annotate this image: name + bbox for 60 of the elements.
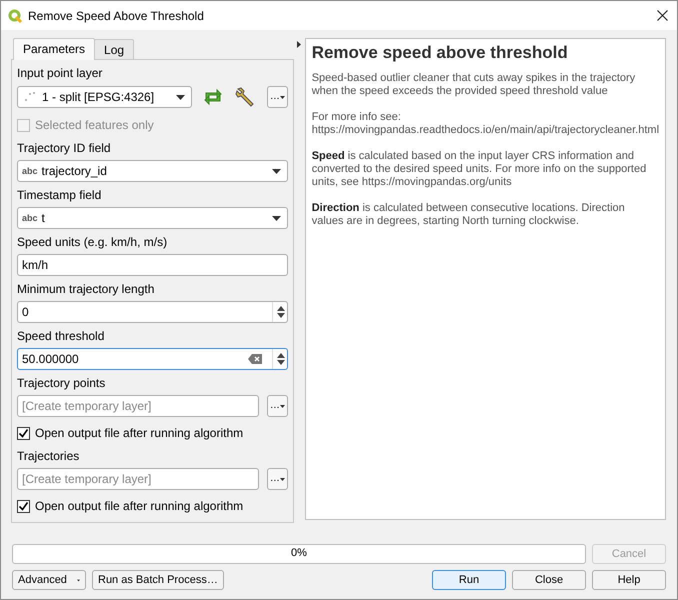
caret-icon: [176, 94, 185, 100]
dialog-button[interactable]: Help: [592, 570, 666, 590]
point-layer-icon: [24, 91, 36, 103]
field-type-tag: abc: [22, 213, 38, 223]
field-name: t: [42, 211, 46, 225]
help-paragraph: Direction is calculated between consecutive locations. Direction values are in degrees, starting North turning clockwise.: [312, 202, 626, 228]
field-dropdown[interactable]: abc t: [17, 207, 288, 229]
checkbox[interactable]: [17, 500, 30, 512]
dialog-button[interactable]: Close: [512, 570, 586, 590]
help-paragraph: Speed-based outlier cleaner that cuts away spikes in the trajectory when the speed exceeds the provided speed threshold value: [312, 72, 636, 98]
advanced-button[interactable]: Advanced: [12, 570, 86, 590]
batch-button[interactable]: Run as Batch Process…: [92, 570, 224, 590]
field-label: Speed threshold: [17, 329, 106, 344]
field-name: trajectory_id: [42, 164, 108, 178]
field-dropdown[interactable]: abc trajectory_id: [17, 160, 288, 182]
caret-icon: [272, 168, 281, 174]
browse-button[interactable]: …: [266, 86, 288, 108]
progress-text: 0%: [290, 547, 308, 559]
spin-icon[interactable]: [276, 305, 285, 319]
caret-icon: [76, 578, 80, 582]
caret-icon: [280, 404, 285, 408]
field-label: Input point layer: [17, 66, 104, 81]
tab[interactable]: Parameters: [13, 38, 96, 60]
field-label: Trajectory points: [17, 376, 106, 391]
close-icon[interactable]: [656, 10, 668, 21]
checkbox-label: Selected features only: [35, 118, 154, 132]
caret-icon: [280, 478, 285, 480]
field-label: Trajectory ID field: [17, 141, 112, 156]
field-label: Trajectories: [17, 449, 80, 464]
number-field[interactable]: 50.000000: [17, 348, 288, 370]
refresh-icon[interactable]: [202, 87, 224, 107]
spin-icon[interactable]: [276, 352, 285, 366]
layer-name: 1 - split [EPSG:4326]: [42, 90, 156, 104]
output-field[interactable]: [Create temporary layer]: [17, 468, 259, 490]
input-field[interactable]: km/h: [17, 254, 288, 276]
help-paragraph: For more info see: https://movingpandas.readthedocs.io/en/main/api/trajectorycleaner.html: [312, 111, 659, 137]
caret-icon: [272, 216, 281, 220]
tab[interactable]: Log: [94, 39, 134, 59]
output-field[interactable]: [Create temporary layer]: [17, 395, 259, 417]
checkbox-label: Open output file after running algorithm: [35, 499, 244, 513]
help-paragraph: Speed is calculated based on the input layer CRS information and converted to the desired speed units. For more info on the supported units, see https://movingpandas.org/units: [312, 150, 648, 189]
number-value: 50.000000: [22, 352, 80, 366]
checkbox[interactable]: [17, 426, 30, 440]
field-label: Timestamp field: [17, 188, 102, 203]
collapse-arrow-icon[interactable]: [297, 41, 302, 48]
field-label: Minimum trajectory length: [17, 282, 156, 297]
layer-dropdown[interactable]: 1 - split [EPSG:4326]: [17, 86, 192, 108]
window-title: Remove Speed Above Threshold: [28, 8, 205, 22]
number-value: 0: [22, 305, 30, 319]
field-type-tag: abc: [22, 166, 38, 176]
field-label: Speed units (e.g. km/h, m/s): [17, 235, 168, 250]
number-field[interactable]: 0: [17, 301, 288, 323]
app-logo-icon: [8, 8, 22, 22]
dialog-button[interactable]: Run: [432, 570, 506, 590]
checkbox-label: Open output file after running algorithm: [35, 426, 244, 440]
caret-icon: [280, 96, 285, 98]
clear-icon[interactable]: [248, 354, 262, 364]
browse-button[interactable]: …: [266, 395, 288, 417]
help-title: Remove speed above threshold: [312, 43, 569, 63]
browse-button[interactable]: …: [266, 468, 288, 490]
